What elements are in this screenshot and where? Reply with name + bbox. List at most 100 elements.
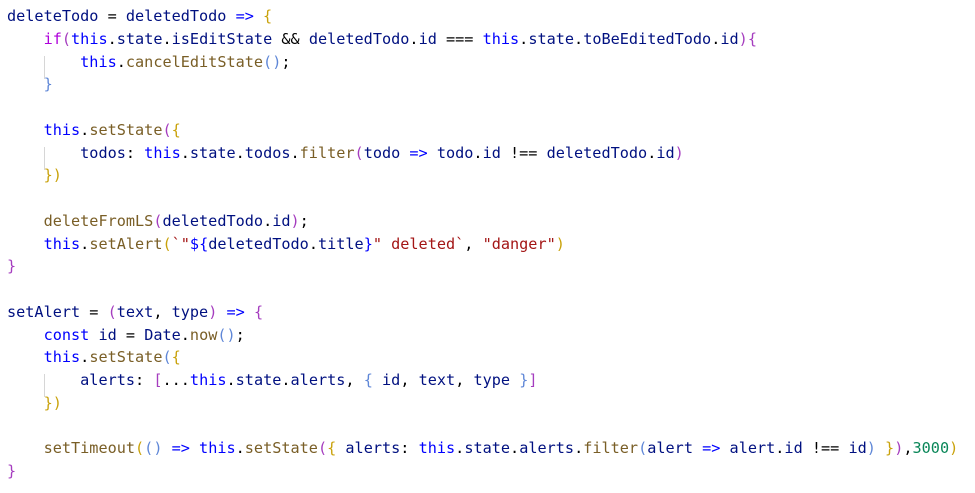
- code-token: title: [317, 234, 364, 253]
- code-line[interactable]: todos: this.state.todos.filter(todo => t…: [7, 142, 684, 165]
- code-line[interactable]: }: [7, 255, 16, 278]
- code-token: id: [482, 143, 501, 162]
- code-token: text: [116, 302, 154, 321]
- code-token: alert: [729, 439, 776, 458]
- code-token: (): [144, 439, 163, 458]
- code-token: {: [171, 348, 181, 367]
- code-line[interactable]: }: [7, 73, 53, 96]
- code-line[interactable]: }): [7, 164, 62, 187]
- indent-guide: [44, 374, 45, 397]
- code-token: alerts: [80, 371, 136, 389]
- code-token: .: [574, 439, 584, 458]
- code-token: this: [80, 52, 117, 71]
- code-token: .: [519, 29, 529, 48]
- code-token: .: [107, 29, 117, 48]
- code-token: (): [263, 52, 282, 71]
- code-line[interactable]: }: [7, 460, 16, 483]
- code-token: .: [116, 52, 126, 71]
- code-line[interactable]: alerts: [...this.state.alerts, { id, tex…: [7, 369, 538, 392]
- code-token: id: [418, 29, 437, 48]
- code-token: ]: [528, 371, 538, 389]
- code-token: this: [199, 439, 236, 458]
- code-token: }: [7, 462, 17, 480]
- code-token: }: [519, 371, 529, 389]
- code-token: this: [43, 348, 81, 367]
- code-token: id: [848, 439, 867, 458]
- code-token: ): [949, 439, 959, 458]
- code-token: setAlert: [89, 234, 163, 253]
- code-token: alerts: [290, 371, 346, 389]
- code-line[interactable]: setAlert = (text, type) => {: [7, 301, 263, 324]
- code-token: (: [162, 234, 172, 253]
- code-line[interactable]: deleteTodo = deletedTodo => {: [7, 5, 272, 28]
- code-token: setState: [89, 348, 163, 367]
- code-token: (: [162, 348, 172, 367]
- code-token: :: [125, 143, 145, 162]
- code-line[interactable]: const id = Date.now();: [7, 324, 245, 347]
- code-token: .: [409, 29, 419, 48]
- code-token: .: [180, 325, 190, 344]
- code-token: ,: [455, 371, 474, 389]
- code-token: ===: [436, 29, 483, 48]
- code-token: `": [171, 234, 190, 253]
- code-token: {: [263, 7, 273, 25]
- code-token: {: [171, 120, 181, 139]
- code-token: .: [647, 143, 657, 162]
- code-token: filter: [583, 439, 639, 458]
- code-token: if: [43, 29, 62, 48]
- code-token: this: [482, 29, 520, 48]
- code-token: isEditState: [171, 29, 273, 48]
- code-token: .: [235, 143, 245, 162]
- code-line[interactable]: if(this.state.isEditState && deletedTodo…: [7, 28, 757, 51]
- code-token: this: [418, 439, 456, 458]
- code-token: (): [217, 325, 236, 344]
- code-token: ): [866, 439, 876, 458]
- code-token: (: [61, 29, 72, 48]
- code-token: ): [208, 302, 218, 321]
- code-token: ): [555, 234, 565, 253]
- code-line[interactable]: this.setState({: [7, 346, 181, 369]
- code-editor[interactable]: deleteTodo = deletedTodo => { if(this.st…: [0, 0, 975, 493]
- code-line[interactable]: setTimeout(() => this.setState({ alerts:…: [7, 437, 959, 460]
- code-token: id: [382, 371, 401, 389]
- code-token: {: [253, 302, 264, 321]
- code-line[interactable]: this.setAlert(`"${deletedTodo.title}" de…: [7, 233, 565, 256]
- code-token: .: [80, 348, 90, 367]
- code-token: state: [528, 29, 575, 48]
- code-line[interactable]: this.cancelEditState();: [7, 51, 290, 74]
- code-token: setState: [89, 120, 163, 139]
- code-token: todo: [363, 143, 401, 162]
- code-token: ): [290, 211, 300, 230]
- code-token: cancelEditState: [125, 52, 264, 71]
- code-line[interactable]: this.setState({: [7, 119, 181, 142]
- code-token: .: [180, 143, 190, 162]
- code-token: .: [162, 29, 172, 48]
- code-token: ,: [464, 234, 483, 253]
- code-token: .: [263, 211, 273, 230]
- code-token: .: [80, 120, 90, 139]
- code-token: &&: [272, 29, 309, 48]
- code-line[interactable]: deleteFromLS(deletedTodo.id);: [7, 210, 309, 233]
- code-token: id: [656, 143, 675, 162]
- code-token: state: [464, 439, 511, 458]
- code-line[interactable]: }): [7, 392, 62, 415]
- code-token: =: [116, 325, 145, 344]
- code-token: :: [400, 439, 419, 458]
- code-token: ...: [162, 371, 190, 389]
- code-token: :: [135, 371, 154, 389]
- code-token: !==: [500, 143, 547, 162]
- code-token: (: [354, 143, 364, 162]
- code-token: .: [711, 29, 721, 48]
- code-token: todo: [436, 143, 474, 162]
- code-token: =: [80, 302, 108, 321]
- code-token: ): [894, 439, 904, 458]
- code-token: type: [171, 302, 209, 321]
